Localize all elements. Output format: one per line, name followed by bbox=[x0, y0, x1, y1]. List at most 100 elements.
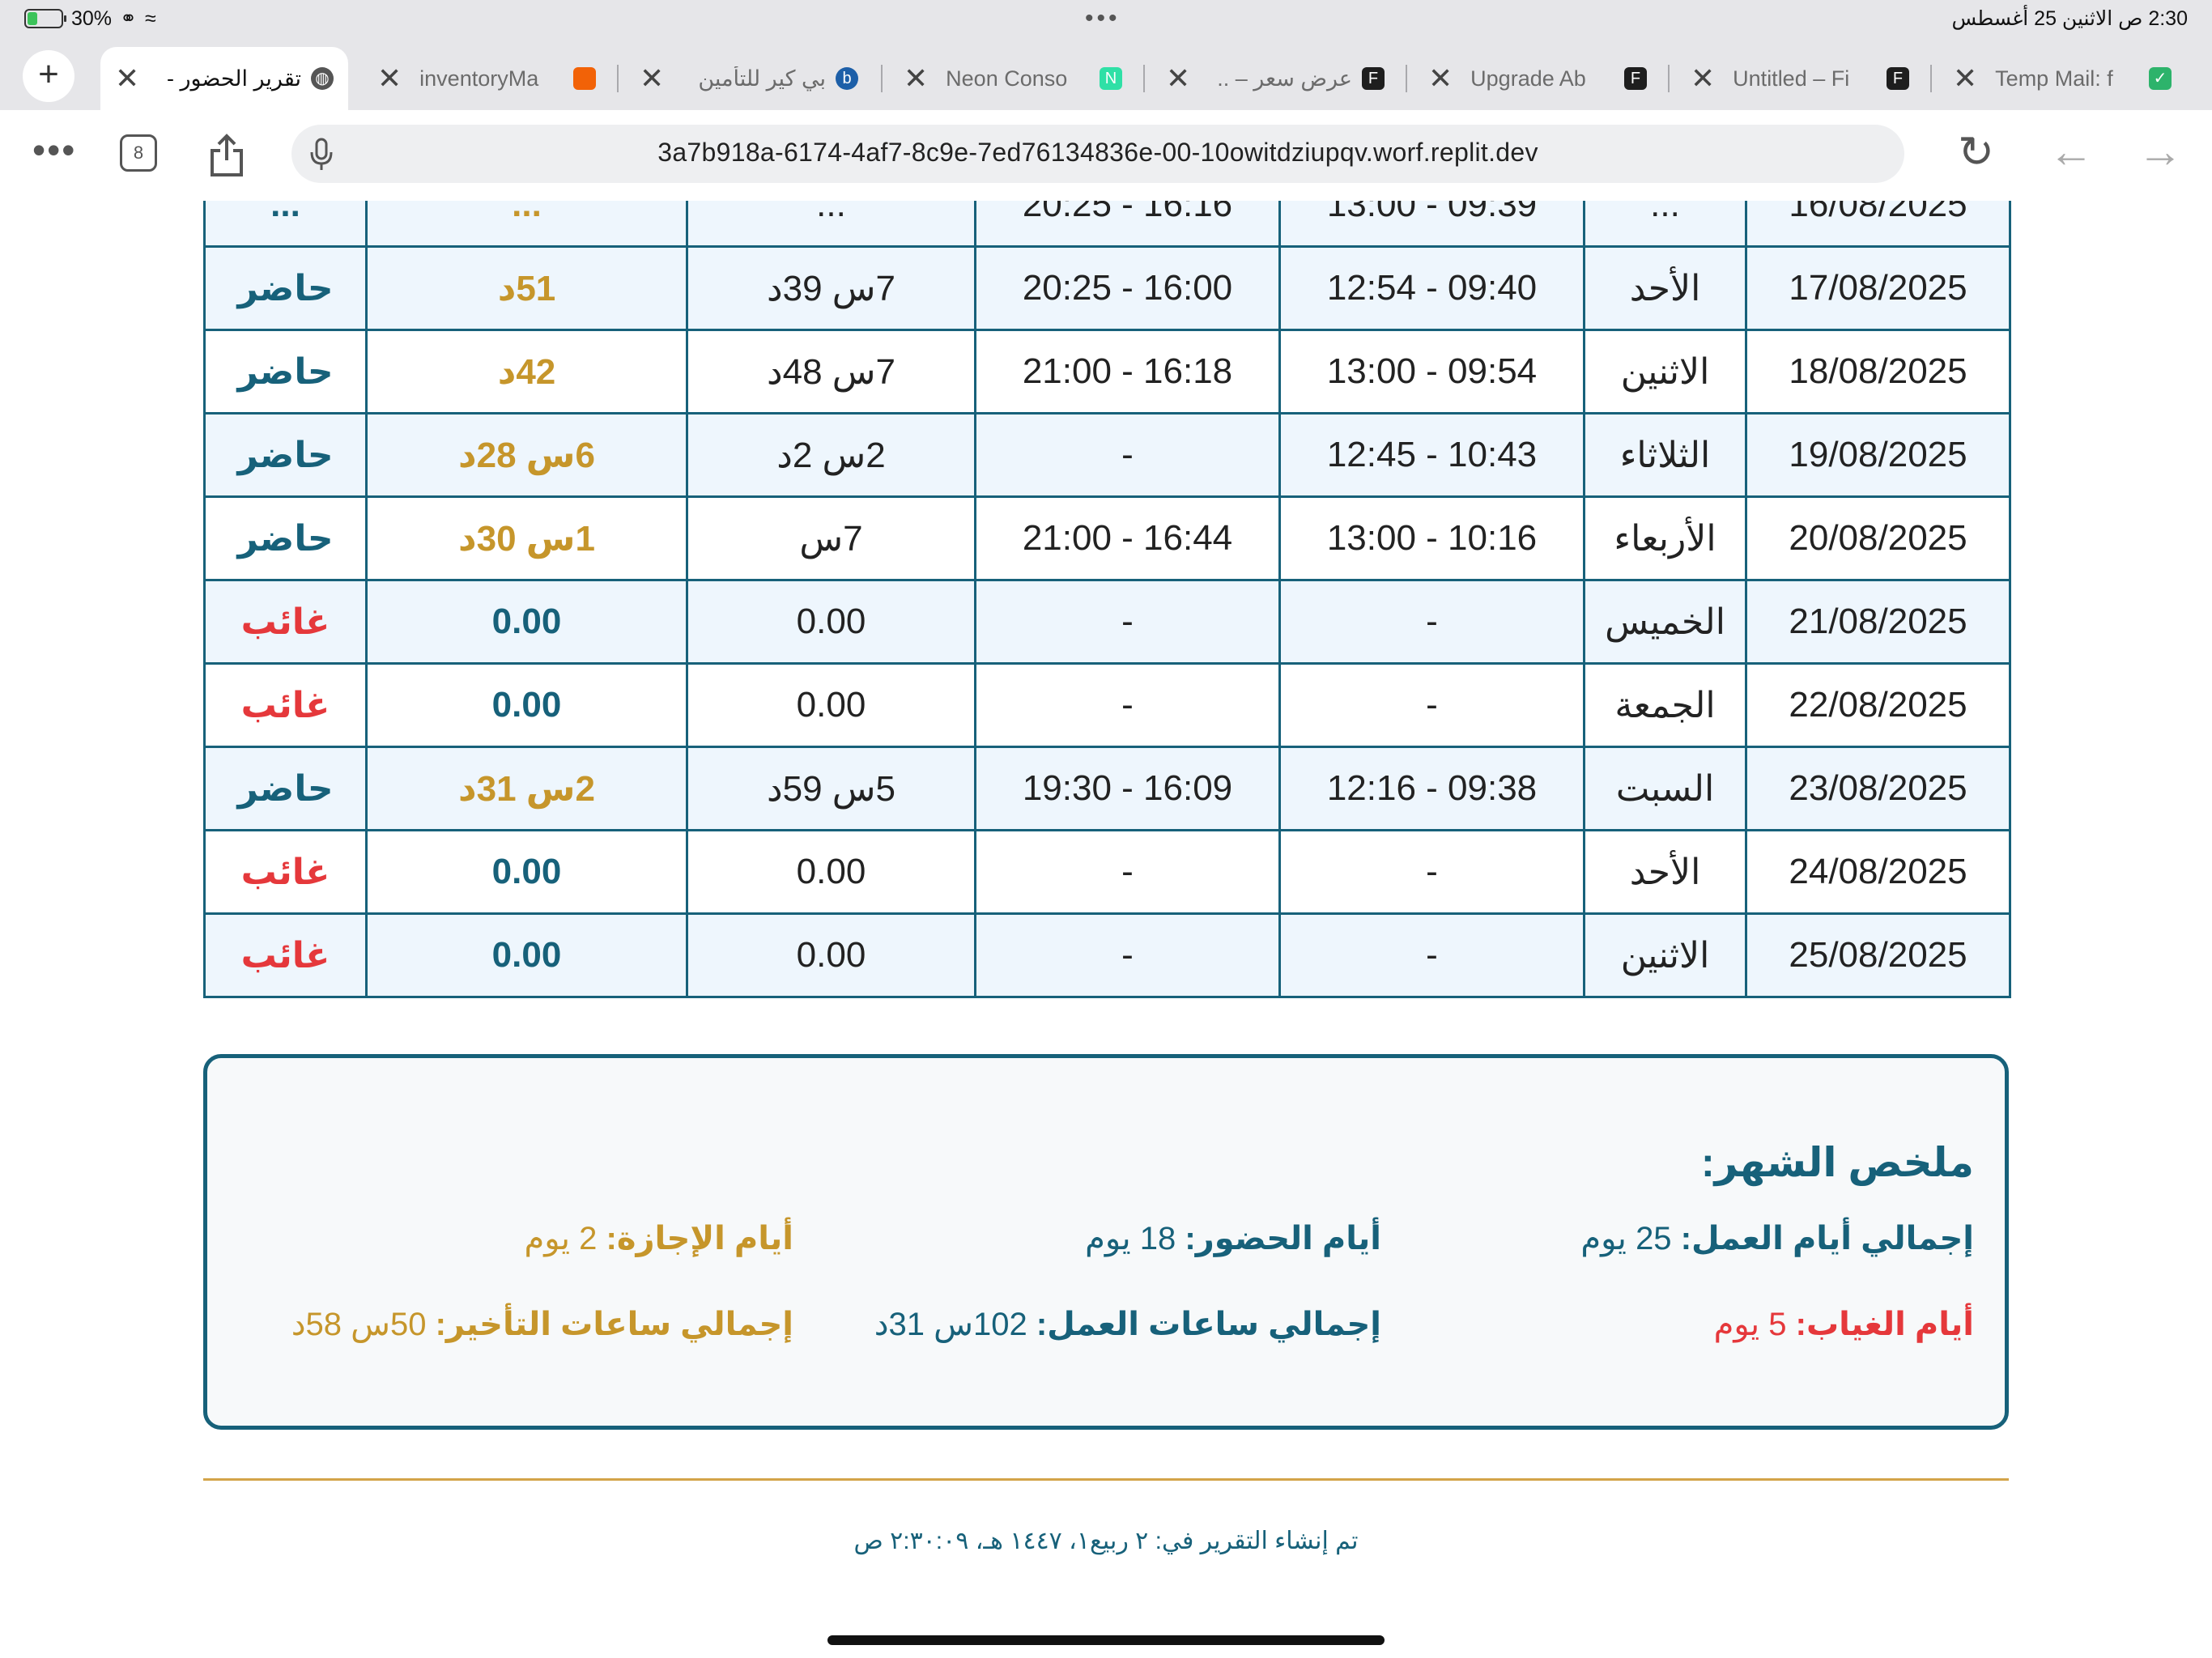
cell-total-hours: 7س 39د bbox=[686, 245, 976, 331]
table-row: 19/08/2025 الثلاثاء 10:43 - 12:45-2س 2د 6س … bbox=[203, 412, 2011, 498]
tab-count-button[interactable]: 8 bbox=[120, 134, 157, 172]
share-icon[interactable] bbox=[209, 133, 245, 182]
cell-total-hours: 5س 59د bbox=[686, 746, 976, 831]
cell-total-hours: 0.00 bbox=[686, 579, 976, 665]
footer-divider bbox=[203, 1478, 2009, 1481]
multitask-dots[interactable]: ••• bbox=[1085, 5, 1121, 32]
cell-late: 42د bbox=[365, 329, 688, 414]
forward-arrow-icon[interactable]: → bbox=[2138, 125, 2183, 177]
summary-late-hours: إجمالي ساعات التأخير: 50س 58د bbox=[291, 1307, 793, 1342]
cell-late: 0.00 bbox=[365, 912, 688, 998]
cell-day: ... bbox=[1583, 201, 1747, 248]
replit-icon bbox=[573, 67, 596, 90]
tab-separator bbox=[1668, 65, 1670, 92]
tab-separator bbox=[881, 65, 883, 92]
table-row: 16/08/2025... 09:39 - 13:00 16:16 - 20:25.… bbox=[203, 201, 2011, 248]
cell-status: حاضر bbox=[203, 245, 368, 331]
battery-percent: 30% bbox=[71, 6, 113, 30]
cell-evening-shift: 16:16 - 20:25 bbox=[974, 201, 1281, 248]
back-arrow-icon[interactable]: ← bbox=[2048, 125, 2094, 177]
tab-separator bbox=[1143, 65, 1145, 92]
cell-late: 2س 31د bbox=[365, 746, 688, 831]
status-left: 30% ⚭ ≈ bbox=[24, 6, 156, 31]
cell-status: غائب bbox=[203, 662, 368, 748]
cell-morning-shift: 09:38 - 12:16 bbox=[1278, 746, 1585, 831]
cell-total-hours: ... bbox=[686, 201, 976, 248]
close-tab-icon[interactable]: ✕ bbox=[1691, 62, 1715, 96]
cell-morning-shift: 10:43 - 12:45 bbox=[1278, 412, 1585, 498]
cell-date: 22/08/2025 bbox=[1745, 662, 2011, 748]
cell-date: 17/08/2025 bbox=[1745, 245, 2011, 331]
cell-morning-shift: 09:40 - 12:54 bbox=[1278, 245, 1585, 331]
tab-price-quote[interactable]: ✕ عرض سعر – .. F bbox=[1151, 47, 1399, 110]
close-tab-icon[interactable]: ✕ bbox=[1428, 62, 1453, 96]
cell-day: الأحد bbox=[1583, 245, 1747, 331]
tab-title: عرض سعر – .. bbox=[1217, 66, 1352, 91]
tab-title: تقرير الحضور - bbox=[166, 66, 301, 91]
tab-title: بي كير للتأمين bbox=[698, 66, 826, 91]
cell-date: 16/08/2025 bbox=[1745, 201, 2011, 248]
url-field[interactable]: 3a7b918a-6174-4af7-8c9e-7ed76134836e-00-… bbox=[291, 125, 1904, 183]
cell-total-hours: 7س 48د bbox=[686, 329, 976, 414]
close-tab-icon[interactable]: ✕ bbox=[1166, 62, 1190, 96]
table-row: 20/08/2025 الأربعاء 10:16 - 13:00 16:44 - 2… bbox=[203, 495, 2011, 581]
cell-evening-shift: - bbox=[974, 912, 1281, 998]
figma-icon: F bbox=[1362, 67, 1385, 90]
tab-bcare[interactable]: ✕ بي كير للتأمين b bbox=[625, 47, 873, 110]
globe-icon: ◍ bbox=[311, 67, 334, 90]
tab-separator bbox=[1406, 65, 1407, 92]
cell-day: الخميس bbox=[1583, 579, 1747, 665]
attendance-table: 16/08/2025... 09:39 - 13:00 16:16 - 20:25.… bbox=[203, 201, 2011, 998]
cell-late: ... bbox=[365, 201, 688, 248]
cell-morning-shift: - bbox=[1278, 579, 1585, 665]
cell-date: 25/08/2025 bbox=[1745, 912, 2011, 998]
cell-date: 23/08/2025 bbox=[1745, 746, 2011, 831]
close-tab-icon[interactable]: ✕ bbox=[377, 62, 402, 96]
cell-date: 20/08/2025 bbox=[1745, 495, 2011, 581]
cell-late: 1س 30د bbox=[365, 495, 688, 581]
reload-icon[interactable]: ↻ bbox=[1958, 126, 1994, 177]
tab-attendance-report[interactable]: ✕ تقرير الحضور - ◍ bbox=[100, 47, 348, 110]
summary-absent-days: أيام الغياب: 5 يوم bbox=[1713, 1307, 1974, 1342]
neon-icon: N bbox=[1100, 67, 1122, 90]
tab-separator bbox=[1930, 65, 1932, 92]
cell-day: الاثنين bbox=[1583, 912, 1747, 998]
cell-evening-shift: - bbox=[974, 579, 1281, 665]
cell-day: الاثنين bbox=[1583, 329, 1747, 414]
cell-date: 19/08/2025 bbox=[1745, 412, 2011, 498]
report-generated-note: تم إنشاء التقرير في: ٢ ربيع١، ١٤٤٧ هـ، ٢… bbox=[853, 1528, 1359, 1554]
cell-evening-shift: 16:18 - 21:00 bbox=[974, 329, 1281, 414]
cell-morning-shift: - bbox=[1278, 829, 1585, 915]
close-tab-icon[interactable]: ✕ bbox=[1953, 62, 1977, 96]
cell-evening-shift: 16:09 - 19:30 bbox=[974, 746, 1281, 831]
cell-day: الأحد bbox=[1583, 829, 1747, 915]
more-icon[interactable]: ••• bbox=[32, 128, 76, 172]
cell-status: حاضر bbox=[203, 495, 368, 581]
table-row: 25/08/2025 الاثنين - -0.00 0.00 غائب bbox=[203, 912, 2011, 998]
tab-temp-mail[interactable]: ✕ Temp Mail: f ✓ bbox=[1938, 47, 2186, 110]
table-row: 18/08/2025 الاثنين 09:54 - 13:00 16:18 - 21… bbox=[203, 329, 2011, 414]
cell-day: الأربعاء bbox=[1583, 495, 1747, 581]
table-row: 17/08/2025 الأحد 09:40 - 12:54 16:00 - 20:2… bbox=[203, 245, 2011, 331]
close-tab-icon[interactable]: ✕ bbox=[115, 62, 139, 96]
report-page[interactable]: 16/08/2025... 09:39 - 13:00 16:16 - 20:25.… bbox=[0, 201, 2212, 1658]
tab-bar: + ✕ تقرير الحضور - ◍ ✕ inventoryMa ✕ بي … bbox=[0, 40, 2212, 110]
figma-icon: F bbox=[1887, 67, 1909, 90]
tab-inventory[interactable]: ✕ inventoryMa bbox=[363, 47, 610, 110]
cell-status: ... bbox=[203, 201, 368, 248]
cell-total-hours: 0.00 bbox=[686, 662, 976, 748]
tab-untitled[interactable]: ✕ Untitled – Fi F bbox=[1676, 47, 1924, 110]
cell-evening-shift: - bbox=[974, 829, 1281, 915]
address-toolbar: ••• 8 3a7b918a-6174-4af7-8c9e-7ed7613483… bbox=[0, 110, 2212, 202]
month-summary-card: ملخص الشهر: إجمالي أيام العمل: 25 يوم أي… bbox=[203, 1054, 2009, 1430]
cell-status: غائب bbox=[203, 829, 368, 915]
cell-date: 18/08/2025 bbox=[1745, 329, 2011, 414]
tab-upgrade[interactable]: ✕ Upgrade Ab F bbox=[1414, 47, 1661, 110]
close-tab-icon[interactable]: ✕ bbox=[904, 62, 928, 96]
new-tab-button[interactable]: + bbox=[23, 50, 74, 102]
tab-neon-console[interactable]: ✕ Neon Conso N bbox=[889, 47, 1137, 110]
cell-status: غائب bbox=[203, 912, 368, 998]
close-tab-icon[interactable]: ✕ bbox=[640, 62, 664, 96]
cell-morning-shift: 09:39 - 13:00 bbox=[1278, 201, 1585, 248]
home-indicator[interactable] bbox=[827, 1635, 1385, 1645]
